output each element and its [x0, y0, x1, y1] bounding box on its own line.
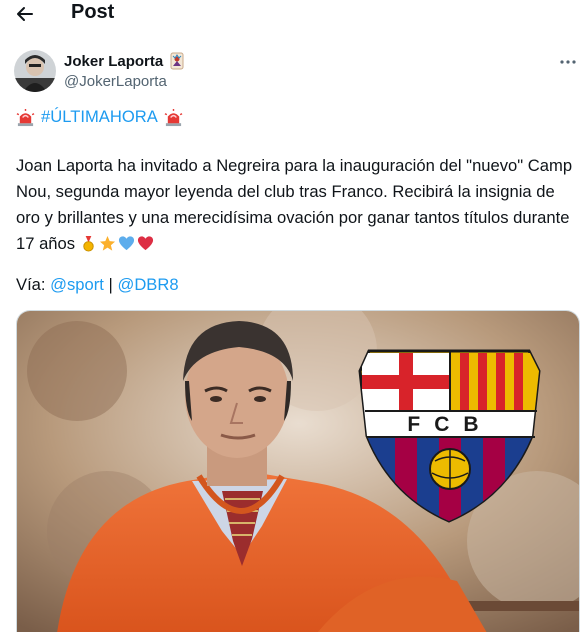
police-light-icon [164, 108, 183, 126]
page-title: Post [71, 1, 115, 23]
avatar[interactable] [14, 50, 56, 92]
arrow-left-icon [17, 7, 33, 21]
medal-icon [82, 235, 94, 252]
blue-heart-icon [118, 236, 134, 251]
mention-dbr8[interactable]: @DBR8 [117, 275, 178, 294]
crest-letters: FCB [407, 413, 492, 436]
author-name-row: Joker Laporta [64, 52, 186, 70]
mention-sport[interactable]: @sport [50, 275, 104, 294]
tweet-body: Joan Laporta ha invitado a Negreira para… [16, 153, 576, 257]
star-icon [99, 235, 115, 251]
police-light-icon [16, 108, 35, 126]
tweet-image[interactable]: FCB [16, 310, 580, 632]
via-line: Vía: @sport | @DBR8 [16, 272, 576, 298]
top-bar: Post [0, 0, 581, 30]
hashtag-link[interactable]: #ÚLTIMAHORA [41, 104, 158, 130]
author-handle[interactable]: @JokerLaporta [64, 73, 167, 90]
more-horizontal-icon [560, 60, 576, 64]
separator: | [108, 275, 113, 294]
hashtag-line: #ÚLTIMAHORA [16, 104, 576, 130]
photo-illustration: FCB [17, 311, 579, 632]
via-label: Vía: [16, 275, 46, 294]
joker-card-icon [170, 52, 184, 70]
author-display-name[interactable]: Joker Laporta [64, 53, 163, 70]
red-heart-icon [137, 236, 153, 251]
more-button[interactable] [557, 54, 579, 70]
back-button[interactable] [10, 2, 40, 26]
